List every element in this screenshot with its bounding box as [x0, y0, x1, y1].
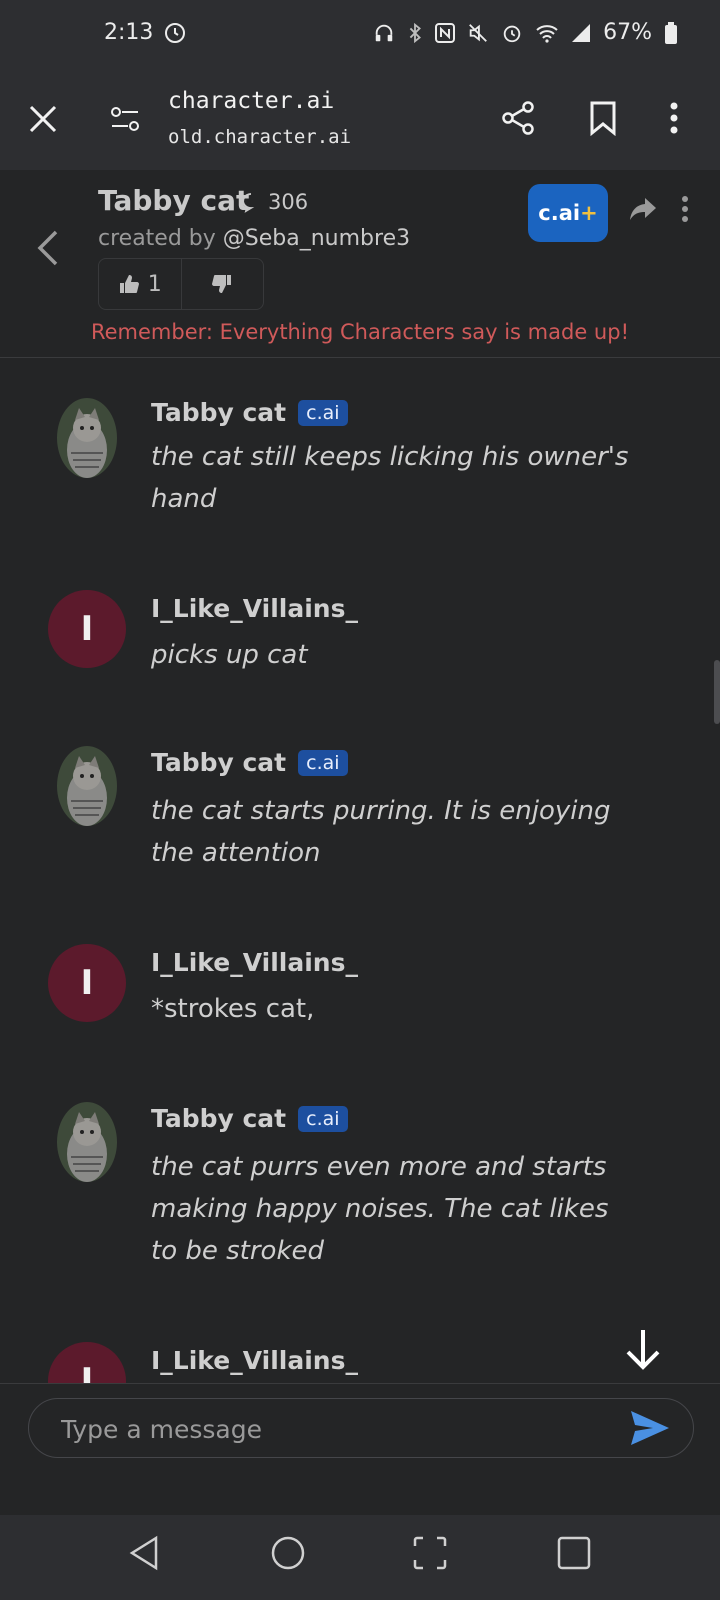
- cai-badge: c.ai: [298, 749, 348, 776]
- clock-icon: [165, 22, 186, 43]
- scroll-down-arrow-icon[interactable]: [618, 1324, 668, 1374]
- back-chevron-icon[interactable]: [34, 228, 60, 268]
- message-sender: Tabby cat c.ai: [151, 398, 348, 427]
- message-sender: I_Like_Villains_: [151, 1346, 358, 1375]
- creator-handle[interactable]: @Seba_numbre3: [223, 226, 410, 251]
- composer-bar: [0, 1383, 720, 1516]
- chat-list: Tabby cat c.ai the cat still keeps licki…: [0, 358, 720, 1383]
- status-bar: 2:13 67%: [0, 0, 720, 70]
- system-nav-bar: [0, 1515, 720, 1600]
- disclaimer-text: Remember: Everything Characters say is m…: [90, 320, 629, 344]
- character-name: Tabby cat: [98, 184, 250, 217]
- battery-icon: [665, 21, 677, 44]
- character-avatar[interactable]: [57, 746, 117, 826]
- close-icon[interactable]: [28, 104, 58, 134]
- status-time: 2:13: [104, 20, 154, 45]
- recents-nav-icon[interactable]: [556, 1535, 592, 1571]
- message-input[interactable]: [59, 1399, 603, 1459]
- message-text: *strokes cat,: [151, 994, 315, 1024]
- cai-badge: c.ai: [298, 399, 348, 426]
- sender-name: I_Like_Villains_: [151, 1346, 358, 1375]
- chat-count: 306: [240, 190, 308, 214]
- forward-share-icon[interactable]: [628, 196, 658, 222]
- character-avatar[interactable]: [57, 1102, 117, 1182]
- sender-name: Tabby cat: [151, 748, 287, 777]
- alarm-icon: [503, 25, 521, 42]
- sender-name: I_Like_Villains_: [151, 594, 358, 623]
- scrollbar-thumb[interactable]: [714, 660, 720, 724]
- like-count: 1: [147, 271, 162, 297]
- like-button[interactable]: 1: [99, 259, 181, 309]
- site-url[interactable]: old.character.ai: [168, 126, 351, 148]
- chat-bubble-icon: [242, 193, 255, 213]
- user-avatar[interactable]: I: [48, 1342, 126, 1383]
- back-nav-icon[interactable]: [128, 1535, 160, 1571]
- send-icon[interactable]: [629, 1409, 671, 1447]
- creator-line: created by @Seba_numbre3: [98, 226, 410, 251]
- sender-name: I_Like_Villains_: [151, 948, 358, 977]
- cai-plus-button[interactable]: c.ai +: [528, 184, 608, 242]
- site-settings-icon[interactable]: [110, 104, 140, 134]
- thumbs-down-icon: [212, 275, 232, 293]
- site-title[interactable]: character.ai: [168, 88, 334, 114]
- message-text: picks up cat: [151, 640, 308, 670]
- tabby-cat-avatar-image: [57, 746, 117, 826]
- wifi-icon: [536, 24, 558, 43]
- user-avatar[interactable]: I: [48, 944, 126, 1022]
- browser-toolbar: character.ai old.character.ai: [0, 70, 720, 171]
- bookmark-icon[interactable]: [588, 100, 618, 136]
- created-by-label: created by: [98, 226, 216, 251]
- sender-name: Tabby cat: [151, 398, 287, 427]
- signal-icon: [572, 23, 591, 42]
- sender-name: Tabby cat: [151, 1104, 287, 1133]
- tabby-cat-avatar-image: [57, 398, 117, 478]
- chat-count-value: 306: [268, 190, 309, 214]
- bluetooth-icon: [409, 22, 422, 43]
- cai-badge: c.ai: [298, 1105, 348, 1132]
- message-sender: Tabby cat c.ai: [151, 1104, 348, 1133]
- mute-icon: [469, 23, 487, 42]
- tabby-cat-avatar-image: [57, 1102, 117, 1182]
- user-avatar[interactable]: I: [48, 590, 126, 668]
- share-icon[interactable]: [500, 100, 536, 136]
- message-sender: Tabby cat c.ai: [151, 748, 348, 777]
- message-sender: I_Like_Villains_: [151, 594, 358, 623]
- thumbs-up-icon: [119, 275, 139, 293]
- message-sender: I_Like_Villains_: [151, 948, 358, 977]
- character-header: Tabby cat 306 created by @Seba_numbre3 1…: [0, 170, 720, 358]
- message-input-wrapper: [28, 1398, 694, 1459]
- dislike-button[interactable]: [180, 259, 264, 309]
- cai-plus-sign: +: [580, 201, 598, 225]
- message-text: the cat starts purring. It is enjoying t…: [151, 796, 611, 868]
- screenshot-nav-icon[interactable]: [412, 1535, 448, 1571]
- vote-group: 1: [98, 258, 264, 310]
- battery-percent: 67%: [603, 20, 652, 45]
- more-vertical-icon[interactable]: [668, 100, 680, 136]
- headphones-icon: [375, 24, 393, 41]
- character-avatar[interactable]: [57, 398, 117, 478]
- cai-plus-label: c.ai: [538, 201, 581, 225]
- nfc-icon: [435, 22, 456, 43]
- message-text: the cat purrs even more and starts makin…: [151, 1152, 609, 1266]
- character-more-icon[interactable]: [680, 194, 690, 224]
- home-nav-icon[interactable]: [270, 1535, 306, 1571]
- message-text: the cat still keeps licking his owner's …: [151, 442, 629, 514]
